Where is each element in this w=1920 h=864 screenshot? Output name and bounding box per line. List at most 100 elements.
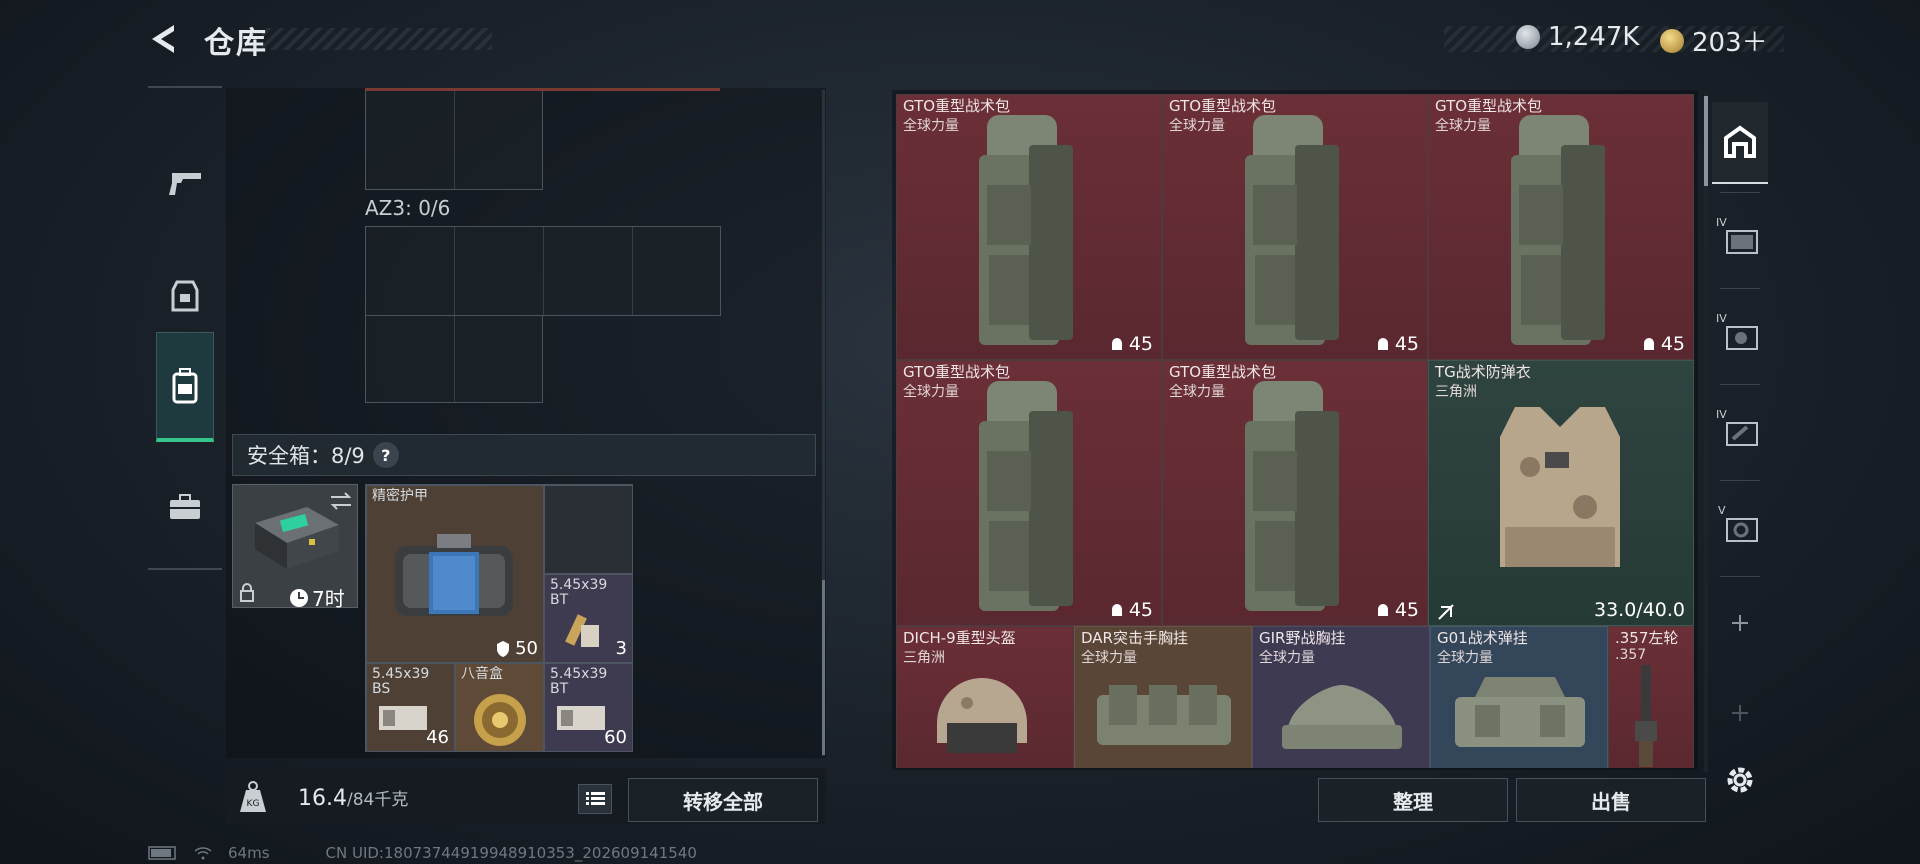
tab-add-2[interactable] (1712, 672, 1768, 754)
az3-grid-top[interactable] (365, 226, 721, 316)
list-view-button[interactable] (578, 784, 612, 814)
durability-icon (1111, 338, 1122, 350)
backpack-item-icon (979, 115, 1073, 345)
chest-rig-item-icon (1097, 685, 1231, 745)
ammo-box-icon (557, 706, 605, 730)
weight-value: 16.4/84千克 (298, 785, 408, 811)
battery-icon (148, 846, 176, 860)
gold-amount: 203＋ (1692, 28, 1768, 58)
safe-case-icon (255, 507, 339, 569)
item-durability: 33.0/40.0 (1593, 599, 1685, 621)
revolver-item-icon (1635, 665, 1657, 767)
music-box-icon (474, 694, 526, 746)
tab-iv-case[interactable]: IV (1712, 198, 1768, 280)
weight-current: 16.4 (298, 786, 347, 811)
tab-main-stash[interactable] (1712, 102, 1768, 184)
inv-item-gto-backpack[interactable]: GTO重型战术包 全球力量 45 (1162, 360, 1428, 626)
tab-tier-label: IV (1716, 408, 1727, 421)
inventory-scroll-thumb[interactable] (1704, 96, 1708, 186)
backpack-icon (172, 367, 198, 403)
az3-label: AZ3: 0/6 (365, 196, 451, 220)
safe-box-label: 安全箱：8/9 (247, 444, 365, 468)
vest-item-icon (1500, 407, 1620, 567)
shield-icon (497, 640, 510, 657)
weight-max: /84千克 (346, 790, 409, 810)
durability-icon (1643, 338, 1654, 350)
backpack-item-icon (1245, 115, 1339, 345)
list-icon (586, 792, 605, 805)
transfer-all-button[interactable]: 转移全部 (628, 778, 818, 822)
safe-item-armor[interactable]: 精密护甲 50 (366, 485, 544, 663)
settings-button[interactable] (1722, 762, 1758, 798)
ammo-rig-item-icon (1455, 677, 1585, 747)
inv-item-gto-backpack[interactable]: GTO重型战术包 全球力量 45 (1428, 94, 1694, 360)
az3-grid-bottom[interactable] (365, 315, 543, 403)
back-button[interactable] (148, 22, 182, 56)
durability-icon (1377, 338, 1388, 350)
durability-icon (1111, 604, 1122, 616)
backpack-item-icon (1511, 115, 1605, 345)
inventory-scrollbar[interactable] (1704, 92, 1708, 772)
item-durability: 45 (1641, 333, 1685, 355)
nav-weapons[interactable] (156, 128, 214, 238)
silver-coin-icon (1516, 25, 1540, 49)
tab-tier-label: IV (1716, 216, 1727, 229)
tab-add-1[interactable] (1712, 582, 1768, 664)
back-arrow-icon (152, 25, 174, 53)
safe-item-ammo-bt[interactable]: 5.45x39 BT 3 (544, 574, 633, 663)
svg-text:KG: KG (247, 799, 260, 809)
title-decoration (262, 28, 492, 50)
stash-scroll-thumb[interactable] (822, 580, 825, 755)
inv-item-g01-rig[interactable]: G01战术弹挂 全球力量 (1430, 626, 1608, 768)
sell-button[interactable]: 出售 (1516, 778, 1706, 822)
inv-item-gir-chest-rig[interactable]: GIR野战胸挂 全球力量 (1252, 626, 1430, 768)
inv-item-357-revolver[interactable]: .357左轮 .357 (1608, 626, 1694, 768)
ping-text: 64ms (228, 844, 270, 862)
top-edge (365, 88, 720, 91)
tab-tier-label: V (1718, 504, 1726, 517)
safe-box-header: 安全箱：8/9 ? (232, 434, 816, 476)
safe-case-slot[interactable]: 7时 (232, 484, 358, 611)
safe-item-music-box[interactable]: 八音盒 (455, 663, 544, 752)
sort-button[interactable]: 整理 (1318, 778, 1508, 822)
category-nav (148, 86, 222, 570)
safe-item-ammo-bs[interactable]: 5.45x39 BS 46 (366, 663, 455, 752)
safe-item-ammo-bt-2[interactable]: 5.45x39 BT 60 (544, 663, 633, 752)
container-grid-top (365, 90, 543, 190)
inventory-grid: GTO重型战术包 全球力量 45 GTO重型战术包 全球力量 45 GTO重型战… (896, 94, 1694, 768)
tab-iv-key[interactable]: IV (1712, 294, 1768, 376)
help-button[interactable]: ? (372, 442, 399, 468)
backpack-item-icon (979, 381, 1073, 611)
safe-box-grid: 精密护甲 50 5.45x39 BT 3 5.45x39 BS 46 八音盒 5… (365, 484, 633, 752)
tab-v-key[interactable]: V (1712, 486, 1768, 568)
armor-bag-icon (395, 534, 513, 616)
nav-briefcase[interactable] (156, 452, 214, 562)
inv-item-gto-backpack[interactable]: GTO重型战术包 全球力量 45 (896, 360, 1162, 626)
inv-item-tg-vest[interactable]: TG战术防弹衣 三角洲 33.0/40.0 (1428, 360, 1694, 626)
page-title: 仓库 (204, 26, 268, 61)
durability-icon (1377, 604, 1388, 616)
lock-icon (240, 583, 254, 602)
status-bar: 64ms CN UID:18073744919948910353_2026091… (148, 844, 697, 862)
item-durability: 45 (1109, 599, 1153, 621)
tab-iv-tool[interactable]: IV (1712, 390, 1768, 472)
swap-icon[interactable] (329, 491, 353, 511)
ammo-icon (565, 614, 599, 647)
inv-item-gto-backpack[interactable]: GTO重型战术包 全球力量 45 (896, 94, 1162, 360)
nav-backpack[interactable] (156, 332, 214, 442)
pistol-icon (169, 173, 201, 195)
plus-icon (1732, 615, 1748, 631)
inv-item-gto-backpack[interactable]: GTO重型战术包 全球力量 45 (1162, 94, 1428, 360)
armor-durability: 50 (495, 638, 538, 659)
gold-currency[interactable]: 203＋ (1660, 22, 1768, 59)
item-durability: 45 (1109, 333, 1153, 355)
chest-rig-item-icon (1282, 685, 1402, 749)
case-timer-text: 7时 (312, 587, 345, 611)
inv-item-dich-helmet[interactable]: DICH-9重型头盔 三角洲 (896, 626, 1074, 768)
armor-icon (171, 280, 199, 312)
plus-icon (1732, 705, 1748, 721)
inv-item-dar-chest-rig[interactable]: DAR突击手胸挂 全球力量 (1074, 626, 1252, 768)
backpack-item-icon (1245, 381, 1339, 611)
gear-icon (1727, 767, 1753, 793)
safe-slot-empty[interactable] (544, 485, 633, 574)
